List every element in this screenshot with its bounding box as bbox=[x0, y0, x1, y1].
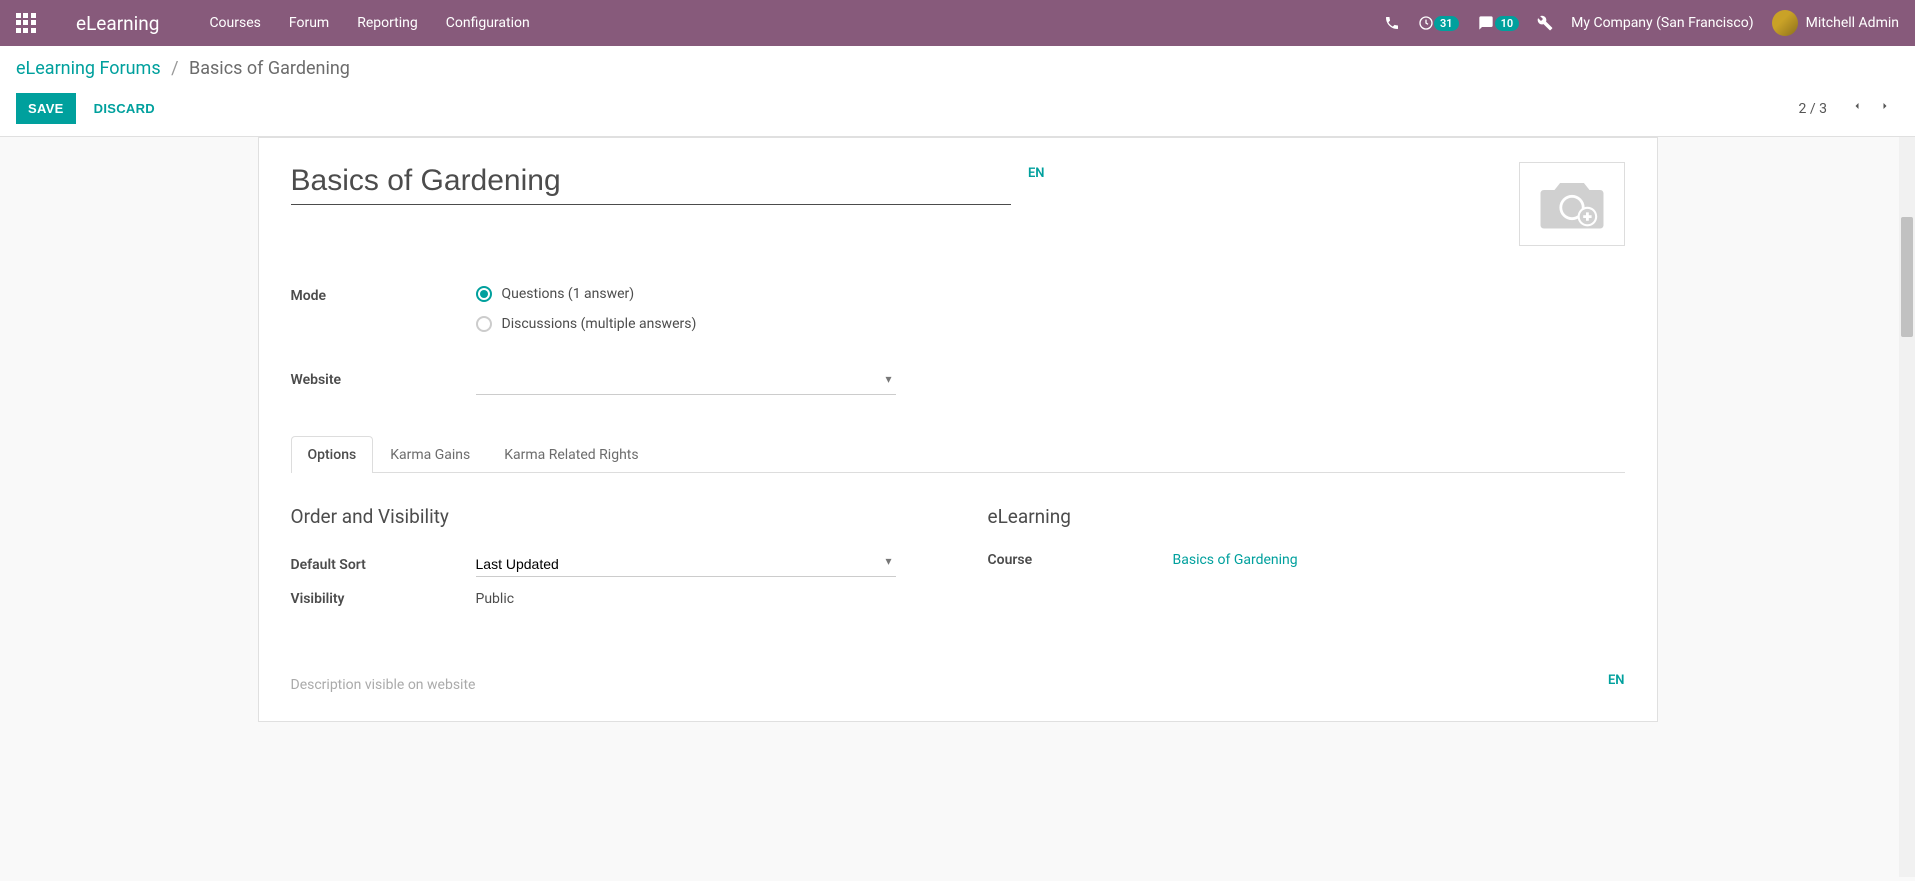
tools-icon[interactable] bbox=[1537, 15, 1553, 31]
camera-icon bbox=[1537, 176, 1607, 232]
radio-unchecked-icon bbox=[476, 316, 492, 332]
scrollbar-thumb[interactable] bbox=[1901, 217, 1913, 337]
radio-discussions-label: Discussions (multiple answers) bbox=[502, 316, 697, 332]
section-elearning-heading: eLearning bbox=[988, 505, 1625, 528]
save-button[interactable]: SAVE bbox=[16, 93, 76, 124]
nav-menu: Courses Forum Reporting Configuration bbox=[209, 15, 529, 31]
avatar bbox=[1772, 10, 1798, 36]
header-right: 31 10 My Company (San Francisco) Mitchel… bbox=[1384, 10, 1899, 36]
phone-icon[interactable] bbox=[1384, 15, 1400, 31]
top-navbar: eLearning Courses Forum Reporting Config… bbox=[0, 0, 1915, 46]
mode-label: Mode bbox=[291, 286, 476, 304]
nav-configuration[interactable]: Configuration bbox=[446, 15, 530, 31]
nav-reporting[interactable]: Reporting bbox=[357, 15, 418, 31]
description-placeholder: Description visible on website bbox=[291, 673, 1625, 697]
title-input[interactable] bbox=[291, 162, 1011, 205]
website-label: Website bbox=[291, 370, 476, 388]
pager-text[interactable]: 2 / 3 bbox=[1799, 101, 1827, 117]
section-order-visibility-heading: Order and Visibility bbox=[291, 505, 928, 528]
scrollbar[interactable] bbox=[1899, 137, 1915, 877]
radio-mode-discussions[interactable]: Discussions (multiple answers) bbox=[476, 316, 896, 332]
discard-button[interactable]: DISCARD bbox=[88, 93, 161, 124]
apps-icon[interactable] bbox=[16, 13, 36, 33]
breadcrumb-current: Basics of Gardening bbox=[189, 58, 350, 79]
messages-icon[interactable]: 10 bbox=[1477, 15, 1520, 31]
visibility-value: Public bbox=[476, 591, 515, 607]
default-sort-select[interactable] bbox=[476, 552, 896, 577]
tab-karma-rights[interactable]: Karma Related Rights bbox=[487, 436, 655, 473]
course-label: Course bbox=[988, 552, 1173, 568]
activities-badge: 31 bbox=[1434, 16, 1459, 31]
default-sort-label: Default Sort bbox=[291, 557, 476, 573]
nav-forum[interactable]: Forum bbox=[289, 15, 329, 31]
image-upload[interactable] bbox=[1519, 162, 1625, 246]
tab-options[interactable]: Options bbox=[291, 436, 374, 473]
company-switcher[interactable]: My Company (San Francisco) bbox=[1571, 15, 1753, 31]
form-sheet: EN Mode Questions (1 answer) bbox=[258, 137, 1658, 722]
form-sheet-bg: EN Mode Questions (1 answer) bbox=[0, 137, 1915, 877]
pager-prev-button[interactable] bbox=[1843, 93, 1871, 124]
username: Mitchell Admin bbox=[1806, 15, 1899, 31]
nav-courses[interactable]: Courses bbox=[209, 15, 260, 31]
description-field[interactable]: Description visible on website EN bbox=[291, 673, 1625, 697]
radio-checked-icon bbox=[476, 286, 492, 302]
user-menu[interactable]: Mitchell Admin bbox=[1772, 10, 1899, 36]
tab-content-options: Order and Visibility Default Sort Visibi… bbox=[291, 473, 1625, 653]
breadcrumb: eLearning Forums / Basics of Gardening bbox=[16, 58, 1899, 79]
course-link[interactable]: Basics of Gardening bbox=[1173, 552, 1298, 568]
activities-icon[interactable]: 31 bbox=[1418, 15, 1459, 31]
website-select[interactable] bbox=[476, 370, 896, 395]
radio-mode-questions[interactable]: Questions (1 answer) bbox=[476, 286, 896, 302]
visibility-label: Visibility bbox=[291, 591, 476, 607]
messages-badge: 10 bbox=[1495, 16, 1520, 31]
radio-questions-label: Questions (1 answer) bbox=[502, 286, 635, 302]
breadcrumb-parent[interactable]: eLearning Forums bbox=[16, 58, 161, 79]
pager-next-button[interactable] bbox=[1871, 93, 1899, 124]
app-name[interactable]: eLearning bbox=[76, 12, 159, 35]
chevron-right-icon bbox=[1879, 98, 1891, 114]
title-lang-badge[interactable]: EN bbox=[1028, 166, 1045, 181]
chevron-left-icon bbox=[1851, 98, 1863, 114]
tab-karma-gains[interactable]: Karma Gains bbox=[373, 436, 487, 473]
tabs: Options Karma Gains Karma Related Rights bbox=[291, 435, 1625, 473]
description-lang-badge[interactable]: EN bbox=[1608, 673, 1625, 688]
breadcrumb-separator: / bbox=[171, 58, 178, 79]
control-panel: eLearning Forums / Basics of Gardening S… bbox=[0, 46, 1915, 137]
